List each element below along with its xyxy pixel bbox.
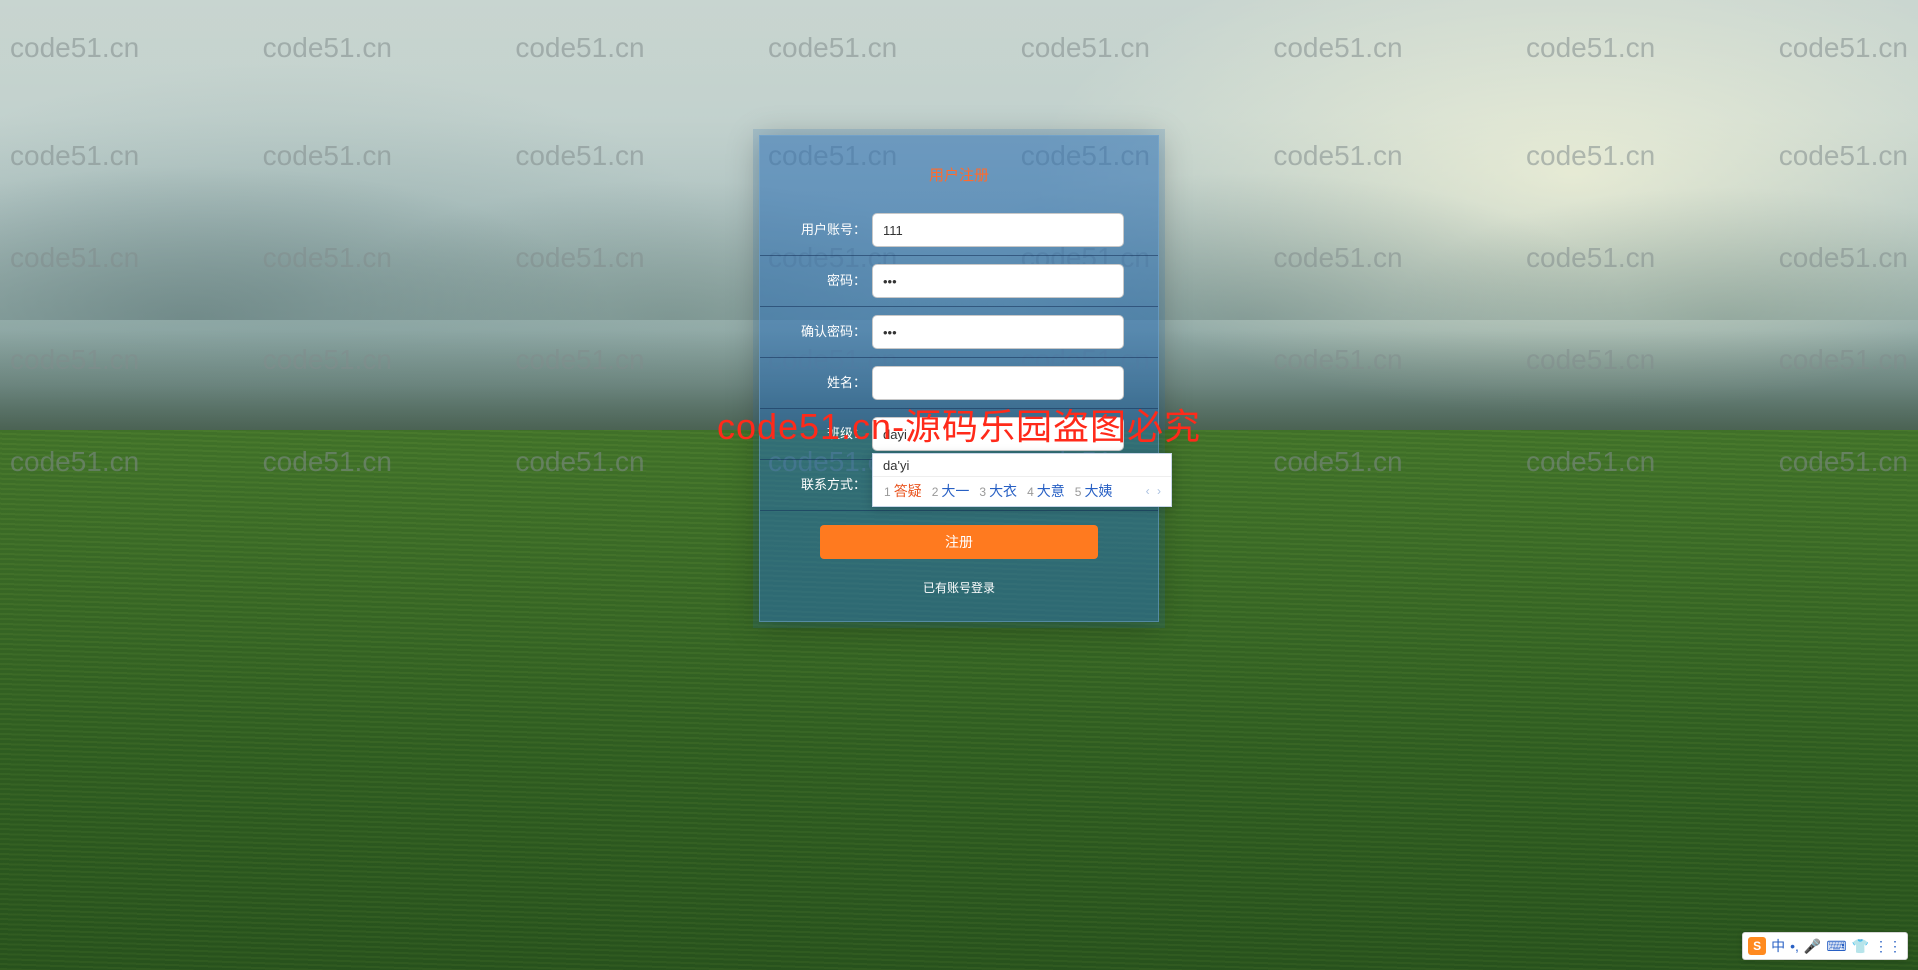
ime-page-arrows[interactable]: ‹ › xyxy=(1146,484,1163,498)
ime-candidate[interactable]: 1答疑 xyxy=(881,481,925,501)
ime-voice-icon[interactable]: 🎤 xyxy=(1804,938,1821,955)
username-label: 用户账号： xyxy=(794,222,872,238)
ime-candidate[interactable]: 5大姨 xyxy=(1072,481,1116,501)
form-title: 用户注册 xyxy=(760,164,1158,185)
ime-candidate-list: 1答疑2大一3大衣4大意5大姨 ‹ › xyxy=(873,477,1171,506)
login-link[interactable]: 已有账号登录 xyxy=(923,581,995,595)
ime-candidate[interactable]: 3大衣 xyxy=(976,481,1020,501)
ime-menu-icon[interactable]: ⋮⋮ xyxy=(1874,938,1902,955)
confirm-password-input[interactable] xyxy=(872,315,1124,349)
login-link-row: 已有账号登录 xyxy=(760,579,1158,597)
ime-keyboard-icon[interactable]: ⌨ xyxy=(1826,938,1846,955)
name-input[interactable] xyxy=(872,366,1124,400)
class-input[interactable] xyxy=(872,417,1124,451)
name-label: 姓名： xyxy=(794,375,872,391)
register-button[interactable]: 注册 xyxy=(820,525,1098,559)
ime-candidate[interactable]: 4大意 xyxy=(1024,481,1068,501)
contact-label: 联系方式： xyxy=(794,477,872,493)
password-input[interactable] xyxy=(872,264,1124,298)
class-label: 班级： xyxy=(794,426,872,442)
button-row: 注册 xyxy=(760,511,1158,565)
field-row-confirm: 确认密码： xyxy=(760,307,1158,358)
ime-candidate[interactable]: 2大一 xyxy=(929,481,973,501)
ime-composition: da'yi xyxy=(873,454,1171,477)
field-row-name: 姓名： xyxy=(760,358,1158,409)
ime-skin-icon[interactable]: 👕 xyxy=(1852,938,1869,955)
username-input[interactable] xyxy=(872,213,1124,247)
register-form: 用户注册 用户账号： 密码： 确认密码： 姓名： 班级： 联系方式： 注册 已有… xyxy=(759,135,1159,622)
ime-toolbar[interactable]: S 中 •, 🎤 ⌨ 👕 ⋮⋮ xyxy=(1742,932,1908,960)
password-label: 密码： xyxy=(794,273,872,289)
field-row-password: 密码： xyxy=(760,256,1158,307)
confirm-label: 确认密码： xyxy=(794,324,872,340)
ime-candidate-popup[interactable]: da'yi 1答疑2大一3大衣4大意5大姨 ‹ › xyxy=(872,453,1172,507)
field-row-username: 用户账号： xyxy=(760,205,1158,256)
ime-punct-toggle[interactable]: •, xyxy=(1790,938,1799,954)
ime-lang-toggle[interactable]: 中 xyxy=(1771,936,1785,956)
ime-logo-icon[interactable]: S xyxy=(1748,937,1766,955)
